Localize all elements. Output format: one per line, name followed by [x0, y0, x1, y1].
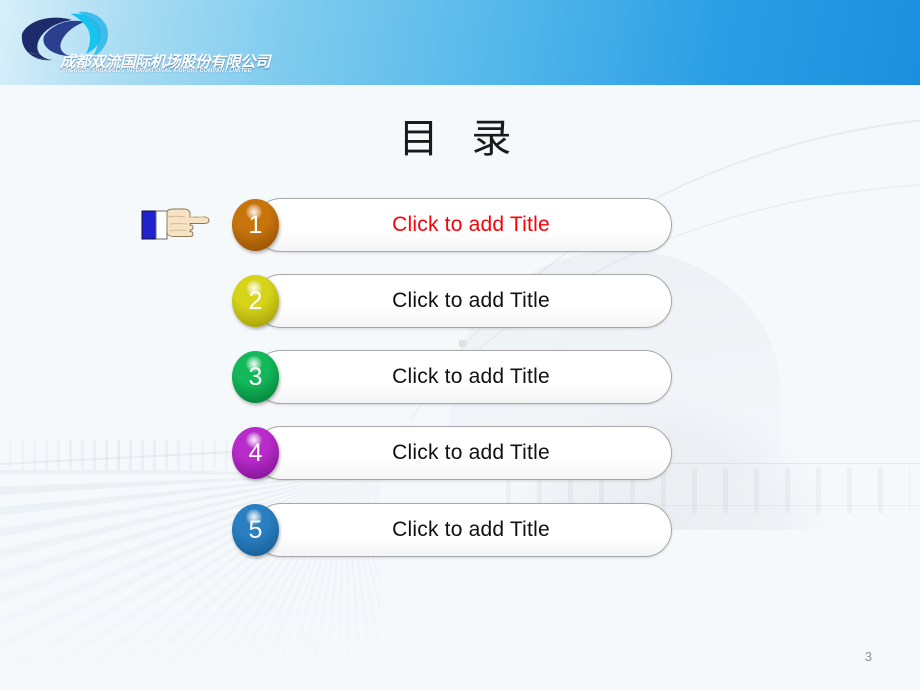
contents-capsule-2[interactable]: Click to add Title: [254, 274, 672, 328]
contents-badge-3[interactable]: 3: [232, 351, 279, 403]
contents-row-1[interactable]: Click to add Title 1: [232, 198, 672, 252]
contents-badge-4[interactable]: 4: [232, 427, 279, 479]
contents-number-1: 1: [248, 210, 263, 239]
contents-label-4: Click to add Title: [392, 441, 550, 464]
presentation-slide: 成都双流国际机场股份有限公司 CHENGDU SHUANGLIU INTERNA…: [0, 0, 920, 690]
contents-number-2: 2: [248, 286, 263, 315]
contents-capsule-1[interactable]: Click to add Title: [254, 198, 672, 252]
contents-capsule-3[interactable]: Click to add Title: [254, 350, 672, 404]
contents-label-1: Click to add Title: [392, 213, 550, 236]
contents-label-3: Click to add Title: [392, 365, 550, 388]
contents-label-5: Click to add Title: [392, 518, 550, 541]
page-number: 3: [864, 649, 872, 664]
contents-capsule-5[interactable]: Click to add Title: [254, 503, 672, 557]
contents-badge-1[interactable]: 1: [232, 199, 279, 251]
contents-number-3: 3: [248, 362, 263, 391]
contents-row-5[interactable]: Click to add Title 5: [232, 503, 672, 557]
contents-badge-2[interactable]: 2: [232, 275, 279, 327]
contents-row-2[interactable]: Click to add Title 2: [232, 274, 672, 328]
contents-label-2: Click to add Title: [392, 289, 550, 312]
stray-marker-artifact: [459, 340, 466, 347]
contents-badge-5[interactable]: 5: [232, 504, 279, 556]
contents-row-4[interactable]: Click to add Title 4: [232, 426, 672, 480]
contents-number-4: 4: [248, 438, 263, 467]
contents-row-3[interactable]: Click to add Title 3: [232, 350, 672, 404]
contents-number-5: 5: [248, 515, 263, 544]
contents-capsule-4[interactable]: Click to add Title: [254, 426, 672, 480]
